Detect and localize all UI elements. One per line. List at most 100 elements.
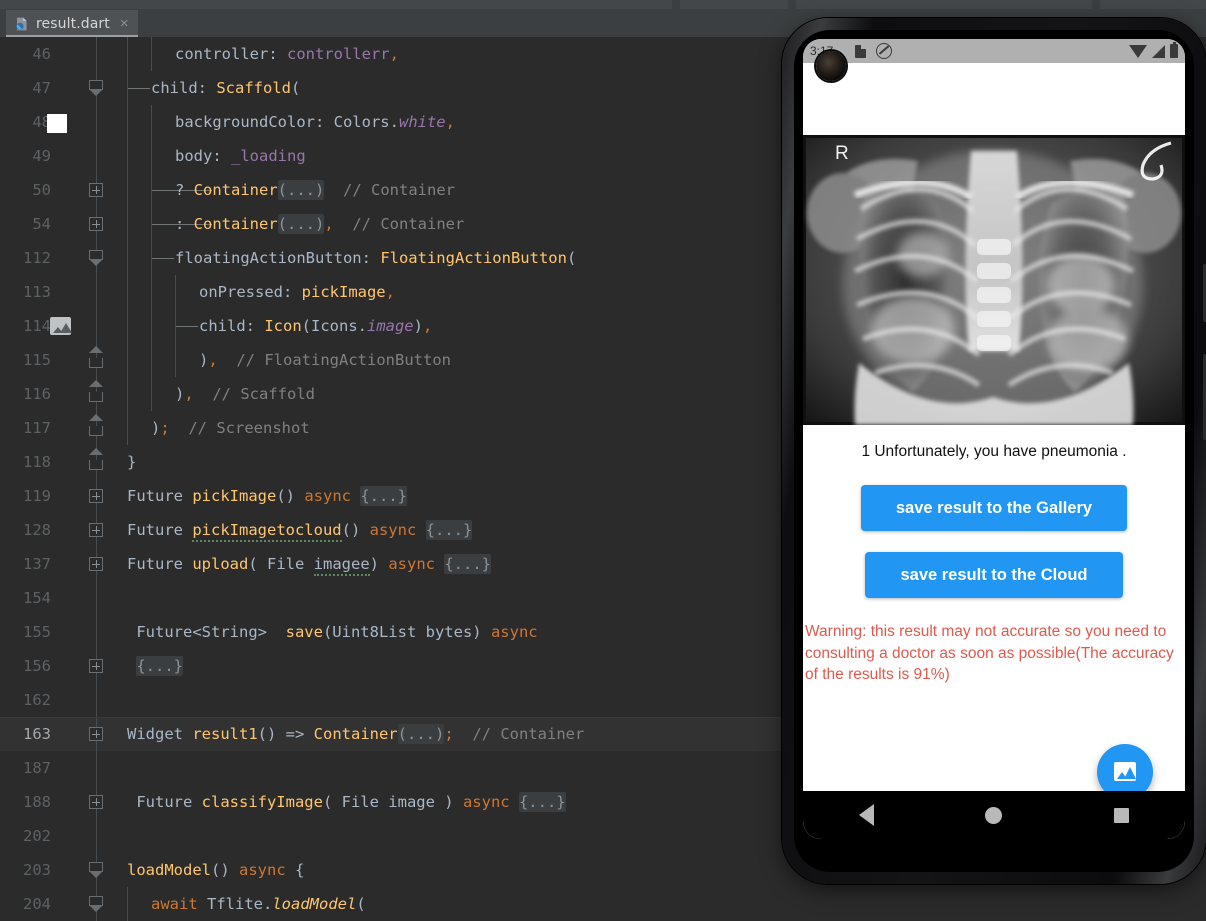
fold-start-icon[interactable] (89, 250, 103, 267)
back-icon[interactable] (858, 804, 874, 826)
code-token: classifyImage (201, 793, 323, 811)
code-token: FloatingActionButton (380, 249, 567, 267)
fold-start-icon[interactable] (89, 862, 103, 879)
save-to-cloud-button[interactable]: save result to the Cloud (865, 552, 1123, 598)
expand-fold-icon[interactable] (89, 659, 103, 673)
code-text: Future<String> save(Uint8List bytes) asy… (127, 615, 537, 649)
expand-fold-icon[interactable] (89, 183, 103, 197)
code-token: ) (175, 385, 185, 403)
code-token: Tflite. (207, 895, 273, 913)
fold-column[interactable] (86, 785, 108, 819)
fold-end-icon[interactable] (89, 380, 103, 403)
fold-column[interactable] (86, 411, 108, 445)
code-token: (Icons. (301, 317, 367, 335)
fold-column[interactable] (86, 275, 108, 309)
fold-column[interactable] (86, 717, 108, 751)
fold-column[interactable] (86, 241, 108, 275)
fold-column[interactable] (86, 887, 108, 921)
fold-column[interactable] (86, 547, 108, 581)
fold-column[interactable] (86, 377, 108, 411)
code-line[interactable]: 204 await Tflite.loadModel( (0, 887, 1206, 921)
front-camera-punch-hole (816, 51, 846, 81)
fold-end-icon[interactable] (89, 346, 103, 369)
fold-column[interactable] (86, 615, 108, 649)
indent-guide (127, 275, 128, 309)
code-token: : (175, 215, 194, 233)
code-token: body: (175, 147, 231, 165)
save-to-gallery-button[interactable]: save result to the Gallery (861, 485, 1127, 531)
code-token: loadModel (272, 895, 357, 913)
recents-icon[interactable] (1114, 807, 1130, 823)
wifi-icon (1129, 44, 1147, 58)
line-number: 137 (23, 555, 51, 573)
line-number: 113 (23, 283, 51, 301)
line-gutter: 47 (0, 71, 113, 105)
code-token: // Container (333, 215, 465, 233)
fold-column[interactable] (86, 445, 108, 479)
fold-column[interactable] (86, 37, 108, 71)
android-navigation-bar (803, 791, 1185, 839)
expand-fold-icon[interactable] (89, 727, 103, 741)
code-token: async (388, 555, 445, 573)
code-token: Future (127, 487, 193, 505)
expand-fold-icon[interactable] (89, 217, 103, 231)
fold-column[interactable] (86, 751, 108, 785)
structure-connector (128, 88, 150, 89)
color-swatch-icon[interactable] (47, 114, 67, 133)
sd-card-icon (855, 44, 867, 58)
fold-column[interactable] (86, 309, 108, 343)
code-token: ; (444, 725, 454, 743)
code-token: async (462, 793, 519, 811)
code-token: white (398, 113, 446, 131)
fold-column[interactable] (86, 343, 108, 377)
code-text: onPressed: pickImage, (199, 275, 395, 309)
editor-tab-result-dart[interactable]: result.dart × (6, 10, 138, 37)
structure-connector (152, 258, 174, 259)
fold-column[interactable] (86, 853, 108, 887)
fold-column[interactable] (86, 71, 108, 105)
line-number: 162 (23, 691, 51, 709)
code-text: Future upload( File imagee) async {...} (127, 547, 491, 581)
home-icon[interactable] (985, 806, 1003, 824)
fold-column[interactable] (86, 819, 108, 853)
indent-guide (127, 37, 128, 71)
fold-start-icon[interactable] (89, 896, 103, 913)
line-gutter: 163 (0, 717, 113, 751)
fold-column[interactable] (86, 207, 108, 241)
xray-side-marker: R (835, 143, 849, 164)
image-icon[interactable] (50, 317, 72, 335)
fold-end-icon[interactable] (89, 448, 103, 471)
fold-column[interactable] (86, 649, 108, 683)
battery-icon (1170, 42, 1178, 58)
fold-column[interactable] (86, 105, 108, 139)
line-number: 50 (32, 181, 51, 199)
expand-fold-icon[interactable] (89, 557, 103, 571)
fold-column[interactable] (86, 139, 108, 173)
code-token: (...) (397, 724, 445, 744)
code-text: Future classifyImage( File image ) async… (127, 785, 566, 819)
fold-column[interactable] (86, 479, 108, 513)
fold-end-icon[interactable] (89, 414, 103, 437)
expand-fold-icon[interactable] (89, 489, 103, 503)
line-gutter: 114 (0, 309, 113, 343)
fold-column[interactable] (86, 173, 108, 207)
code-token: backgroundColor: (175, 113, 334, 131)
indent-guide (151, 309, 152, 343)
indent-guide (127, 105, 128, 139)
code-token: result1 (192, 725, 258, 743)
expand-fold-icon[interactable] (89, 523, 103, 537)
fold-start-icon[interactable] (89, 80, 103, 97)
fold-column[interactable] (86, 683, 108, 717)
fold-column[interactable] (86, 513, 108, 547)
code-token: imagee (313, 555, 370, 576)
line-number: 115 (23, 351, 51, 369)
line-gutter: 49 (0, 139, 113, 173)
expand-fold-icon[interactable] (89, 795, 103, 809)
code-token: onPressed: (199, 283, 302, 301)
line-gutter: 202 (0, 819, 113, 853)
close-icon[interactable]: × (120, 16, 129, 31)
phone-screen: R 1 Unfortunately, you have pneumonia . … (803, 39, 1185, 839)
fold-column[interactable] (86, 581, 108, 615)
line-gutter: 128 (0, 513, 113, 547)
code-token: (Uint8List bytes) (322, 623, 491, 641)
